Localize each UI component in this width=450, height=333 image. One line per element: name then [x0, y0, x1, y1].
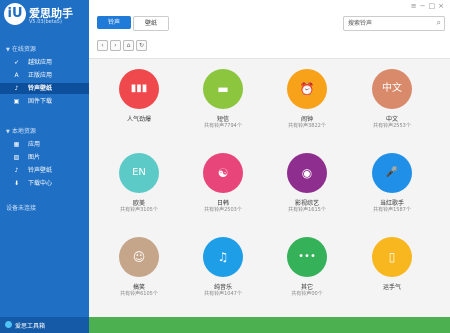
category-card[interactable]: EN 欧美 共有铃声3105个: [97, 153, 181, 233]
sidebar-item-online[interactable]: ♪ 铃声壁纸: [0, 83, 89, 94]
sidebar-item-label: 铃声壁纸: [28, 167, 53, 174]
category-count: 共有铃声2553个: [373, 123, 411, 129]
search-placeholder: 搜索铃声: [348, 20, 373, 27]
category-card[interactable]: 中文 中文 共有铃声2553个: [350, 69, 434, 149]
search-input[interactable]: 搜索铃声 ⌕: [343, 16, 445, 31]
more-icon[interactable]: •••: [287, 237, 327, 277]
category-card[interactable]: ⏰ 闹钟 共有铃声3822个: [265, 69, 349, 149]
category-count: 共有铃声6105个: [120, 291, 158, 297]
category-card[interactable]: ▯ 运手气: [350, 237, 434, 317]
bars-icon[interactable]: ▮▮▮: [119, 69, 159, 109]
english-text-icon[interactable]: EN: [119, 153, 159, 193]
toolbox-button[interactable]: 爱思工具箱: [0, 317, 89, 333]
sidebar-item-label: 图片: [28, 154, 41, 161]
sidebar-item-local[interactable]: ⬇ 下载中心: [0, 178, 89, 189]
app-icon: ▦: [13, 141, 20, 148]
sidebar-item-online[interactable]: ▣ 固件下载: [0, 96, 89, 107]
sidebar-item-label: 应用: [28, 141, 41, 148]
category-count: 共有铃声2503个: [204, 207, 242, 213]
toolbox-label: 爱思工具箱: [15, 323, 46, 330]
sidebar: iU 爱思助手 V5.03(beta5) ▼ 在线资源 ➶ 越狱应用 A 正版应用 ♪ 铃声…: [0, 0, 89, 333]
app-version: V5.03(beta5): [29, 19, 62, 25]
minimize-icon[interactable]: −: [420, 2, 429, 10]
chinese-text-icon[interactable]: 中文: [372, 69, 412, 109]
category-card[interactable]: 🎤 当红歌手 共有铃声1587个: [350, 153, 434, 233]
yin-yang-icon[interactable]: ☯: [203, 153, 243, 193]
caret-down-icon: ▼: [6, 129, 10, 135]
sidebar-item-online[interactable]: A 正版应用: [0, 70, 89, 81]
category-name: 人气劲爆: [126, 116, 151, 123]
film-reel-icon[interactable]: ◉: [287, 153, 327, 193]
message-icon[interactable]: ▬: [203, 69, 243, 109]
music-icon: ♪: [14, 85, 19, 92]
sidebar-item-online[interactable]: ➶ 越狱应用: [0, 57, 89, 68]
close-icon[interactable]: ×: [438, 2, 447, 10]
category-count: 共有铃声1047个: [204, 291, 242, 297]
category-count: 共有铃声3105个: [120, 207, 158, 213]
category-count: 共有铃声3822个: [288, 123, 326, 129]
tab-ringtone[interactable]: 铃声: [97, 16, 131, 29]
category-card[interactable]: ••• 其它 共有铃声00个: [265, 237, 349, 317]
category-count: 共有铃声00个: [291, 291, 323, 297]
alarm-icon[interactable]: ⏰: [287, 69, 327, 109]
back-icon[interactable]: ‹: [97, 40, 108, 51]
category-card[interactable]: ▬ 短信 共有铃声7794个: [181, 69, 265, 149]
microphone-icon[interactable]: 🎤: [372, 153, 412, 193]
menu-icon[interactable]: ≡: [411, 2, 420, 10]
sidebar-item-label: 固件下载: [28, 98, 53, 105]
main-panel: ≡−□× 铃声 壁纸 搜索铃声 ⌕ ‹ › ⌂ ↻ ▮▮▮ 人气劲爆 ▬ 短信 共有铃声…: [89, 0, 450, 333]
app-logo: iU 爱思助手 V5.03(beta5): [4, 3, 88, 33]
sidebar-item-local[interactable]: ▦ 应用: [0, 139, 89, 150]
home-icon[interactable]: ⌂: [123, 40, 134, 51]
category-card[interactable]: ☯ 日韩 共有铃声2503个: [181, 153, 265, 233]
smiley-icon[interactable]: ☺: [119, 237, 159, 277]
category-name: 运手气: [382, 284, 401, 291]
appstore-icon: A: [14, 72, 19, 79]
category-count: 共有铃声1615个: [288, 207, 326, 213]
music-icon: ♪: [14, 167, 19, 174]
sidebar-item-local[interactable]: ♪ 铃声壁纸: [0, 165, 89, 176]
shake-phone-icon[interactable]: ▯: [372, 237, 412, 277]
maximize-icon[interactable]: □: [429, 2, 439, 10]
category-count: 共有铃声1587个: [373, 207, 411, 213]
caret-down-icon: ▼: [6, 47, 10, 53]
category-card[interactable]: ◉ 影视综艺 共有铃声1615个: [265, 153, 349, 233]
forward-icon[interactable]: ›: [110, 40, 121, 51]
category-grid: ▮▮▮ 人气劲爆 ▬ 短信 共有铃声7794个 ⏰ 闹钟 共有铃声3822个 中文 中文 共有铃声2…: [89, 58, 450, 318]
category-card[interactable]: ▮▮▮ 人气劲爆: [97, 69, 181, 149]
tab-wallpaper[interactable]: 壁纸: [133, 16, 169, 31]
sidebar-item-label: 正版应用: [28, 72, 53, 79]
music-note-icon[interactable]: ♫: [203, 237, 243, 277]
sidebar-item-local[interactable]: ▨ 图片: [0, 152, 89, 163]
category-card[interactable]: ☺ 搞笑 共有铃声6105个: [97, 237, 181, 317]
status-bar: [89, 317, 450, 333]
section-online[interactable]: ▼ 在线资源: [6, 44, 36, 53]
image-icon: ▨: [13, 154, 20, 161]
search-icon[interactable]: ⌕: [437, 18, 441, 28]
refresh-icon[interactable]: ↻: [136, 40, 147, 51]
rocket-icon: ➶: [13, 59, 20, 66]
toolbox-icon: [5, 321, 12, 328]
category-card[interactable]: ♫ 纯音乐 共有铃声1047个: [181, 237, 265, 317]
sidebar-item-label: 铃声壁纸: [28, 85, 53, 92]
section-local[interactable]: ▼ 本地资源: [6, 126, 36, 135]
sidebar-item-label: 下载中心: [28, 180, 53, 187]
window-controls: ≡−□×: [411, 2, 447, 10]
sidebar-item-label: 越狱应用: [28, 59, 53, 66]
category-count: 共有铃声7794个: [204, 123, 242, 129]
device-status: 设备未连接: [6, 205, 37, 212]
download-icon: ⬇: [13, 180, 20, 187]
firmware-icon: ▣: [13, 98, 20, 105]
logo-badge-icon: iU: [4, 3, 26, 25]
